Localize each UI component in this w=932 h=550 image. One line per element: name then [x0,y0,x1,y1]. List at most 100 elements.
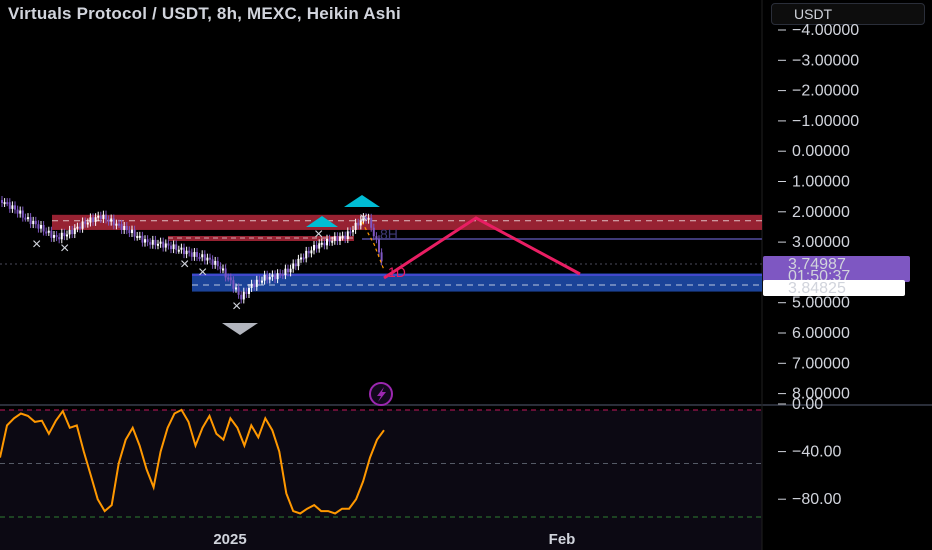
candle-body [3,202,6,205]
candle-body [6,202,9,205]
chart-canvas[interactable]: 8H1D× ×× ×××× −4.00000−3.00000−2.00000−1.0… [0,0,932,550]
candle-body [164,243,167,248]
price-tick-label: 2.00000 [792,204,850,221]
candle-body [196,252,198,257]
candle-body [237,287,240,295]
candle-body [294,263,297,267]
price-tick-label: 6.00000 [792,325,850,342]
candle-body [307,250,310,254]
oscillator-axis[interactable]: 0.00 −40.00 −80.00 [778,396,841,508]
candle-body [310,250,313,254]
price-tick-label: 3.00000 [792,234,850,251]
candle-body [370,217,373,228]
candle-body [344,235,347,240]
osc-tick-label: 0.00 [792,396,823,413]
candle-body [128,230,131,234]
candle-body [172,244,175,250]
candle-body [115,223,118,226]
candle-body [53,235,55,238]
candle-body [279,273,282,276]
candle-body [105,214,107,220]
candle-body [63,232,66,237]
candle-body [315,245,318,249]
x-marker: × [359,210,368,227]
candle-body [219,266,222,270]
candle-body [242,291,245,300]
candle-body [232,280,235,289]
candle-body [263,274,266,281]
down-triangle [222,323,258,335]
candle-body [16,209,19,214]
candle-body [180,247,183,250]
candle-body [235,287,237,290]
candle-body [112,218,115,226]
candle-body [146,239,149,243]
candle-body [92,217,94,222]
x-marker: × [32,236,41,253]
candle-body [201,254,204,258]
candle-body [185,250,188,255]
candle-body [167,243,170,246]
candle-body [198,256,201,259]
osc-tick-label: −80.00 [792,491,841,508]
candle-body [151,239,154,245]
candle-body [289,268,292,273]
price-axis[interactable]: −4.00000 −3.00000 −2.00000 −1.00000 0.00000 1… [778,22,859,403]
candle-body [380,252,383,262]
level-8h-label: 8H [380,226,398,242]
candle-body [268,276,271,280]
candle-body [281,273,284,276]
candle-body [8,202,11,209]
candle-body [331,240,334,243]
candle-body [110,218,113,222]
candle-body [154,239,157,246]
candle-body [177,249,180,252]
candle-body [94,217,97,222]
candle-body [352,229,354,233]
candle-body [125,225,128,231]
candle-body [66,234,68,237]
x-marker: × [180,256,189,273]
x-marker: × [232,298,241,315]
candle-body [274,274,276,280]
candle-body [193,252,196,257]
candle-body [255,279,258,287]
candle-body [118,223,120,226]
candle-body [323,242,326,246]
candle-body [11,205,14,209]
candle-body [250,283,253,288]
candle-body [37,224,40,229]
candle-body [375,236,378,240]
price-tick-label: 0.00000 [792,143,850,160]
candle-body [107,219,110,222]
candle-body [336,236,339,242]
candle-body [120,223,123,230]
candle-body [76,226,79,229]
candle-body [138,235,141,238]
candle-body [328,238,331,242]
candle-body [47,230,50,233]
up-triangle [344,195,380,207]
candle-body [266,274,269,280]
candle-body [326,238,328,246]
lightning-icon[interactable] [369,382,393,406]
candle-body [346,231,349,240]
candle-body [302,257,305,260]
candle-body [133,229,136,237]
candle-body [300,257,302,260]
candle-body [136,235,139,238]
candle-body [79,226,81,229]
price-tick-label: −2.00000 [792,83,859,100]
candle-body [287,268,289,273]
candle-body [214,260,217,265]
price-tick-label: 7.00000 [792,355,850,372]
candle-body [34,220,37,225]
candle-body [102,214,105,219]
candle-body [248,287,250,294]
candle-body [60,232,63,240]
candle-body [131,229,133,234]
price-tick-label: −3.00000 [792,52,859,69]
candle-body [258,279,261,282]
candle-body [42,225,45,232]
candle-body [71,229,74,235]
